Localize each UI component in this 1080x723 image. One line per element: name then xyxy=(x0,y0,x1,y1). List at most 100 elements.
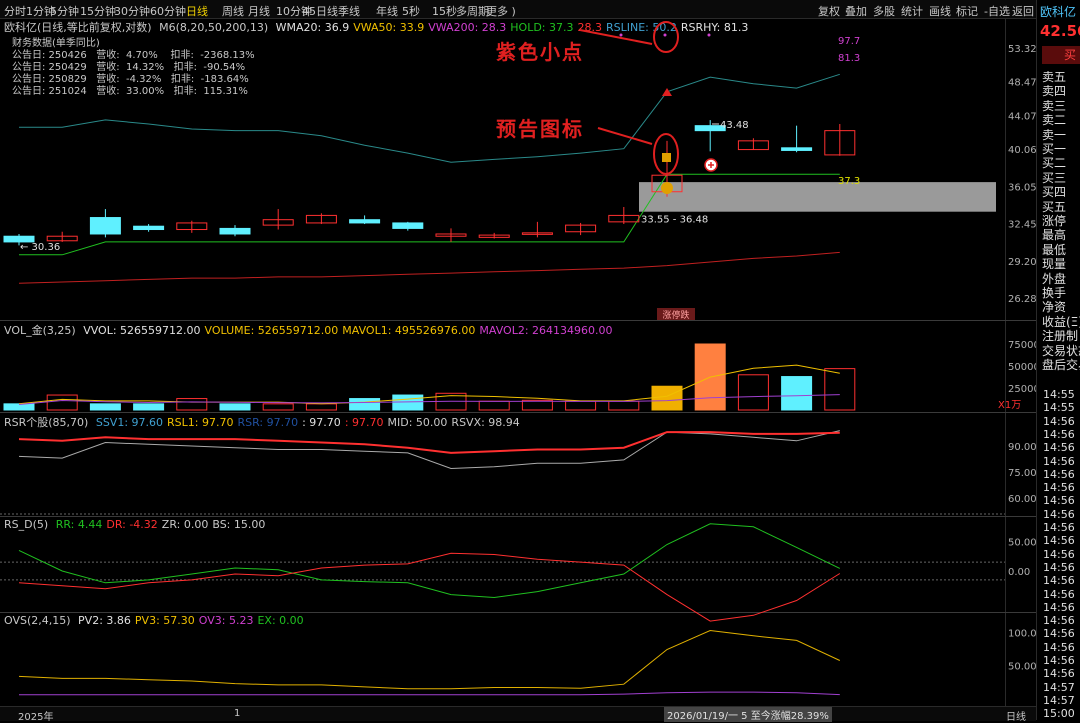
trade-time: 14:56 xyxy=(1043,560,1075,574)
volume-bar xyxy=(3,403,35,411)
volume-bar xyxy=(565,400,597,411)
trade-time: 14:56 xyxy=(1043,600,1075,614)
trade-time: 14:56 xyxy=(1043,414,1075,428)
candle-body xyxy=(781,147,813,151)
volume-bar xyxy=(219,403,251,411)
pv3-line xyxy=(18,629,841,690)
vol-y-tick: 50000 xyxy=(1008,362,1036,373)
y-tick-label: 32.45 xyxy=(1008,219,1036,230)
candle-body xyxy=(392,222,424,229)
purple-dot xyxy=(663,33,667,37)
rs-bottom-label: 81.3 xyxy=(838,53,860,64)
dr-line xyxy=(18,552,841,622)
forecast-icon xyxy=(662,153,671,162)
trade-time: 14:56 xyxy=(1043,574,1075,588)
volume-bar xyxy=(608,400,640,411)
volume-bar xyxy=(349,398,381,411)
volume-bar xyxy=(46,394,78,411)
bottom-period: 日线 xyxy=(1006,712,1026,723)
trade-time: 14:56 xyxy=(1043,467,1075,481)
rsr-red-line xyxy=(18,431,840,454)
arrow-line xyxy=(597,127,653,145)
trade-time: 14:56 xyxy=(1043,481,1075,495)
chart-canvas[interactable]: 53.32 48.47 44.07 40.06 36.05 32.45 29.20 26.28… xyxy=(0,0,1036,706)
vol-unit-label: X1万 xyxy=(998,400,1021,411)
arrow-line xyxy=(579,29,653,45)
trade-time: 14:56 xyxy=(1043,627,1075,641)
volume-bar xyxy=(89,403,121,411)
purple-dot xyxy=(707,33,711,37)
stock-price: 42.56 xyxy=(1040,22,1080,40)
rsline-line xyxy=(19,73,840,163)
trade-time: 15:00 xyxy=(1043,707,1075,721)
candle-body xyxy=(89,217,121,235)
volume-bar xyxy=(262,403,294,411)
hold-label: 37.3 xyxy=(838,176,860,187)
price-range-box xyxy=(639,182,996,212)
highlight-circle-dots xyxy=(653,21,679,53)
vol-y-tick: 75000 xyxy=(1008,340,1036,351)
annotation-purple-dots: 紫色小点 xyxy=(496,40,584,64)
rsd-y-tick: 50.00 xyxy=(1008,538,1036,549)
y-tick-label: 53.32 xyxy=(1008,44,1036,55)
panel-divider xyxy=(1036,0,1037,720)
y-tick-label: 40.06 xyxy=(1008,145,1036,156)
rsr-y-tick: 75.00 xyxy=(1008,468,1036,479)
volume-bar xyxy=(781,376,813,411)
vwa200-line xyxy=(18,251,840,284)
trade-time: 14:56 xyxy=(1043,441,1075,455)
ovs-y-tick: 100.0 xyxy=(1008,629,1036,640)
trade-time: 14:55 xyxy=(1043,388,1075,401)
box-range-label: 33.55 - 36.48 xyxy=(641,215,708,226)
rr-line xyxy=(18,523,841,599)
trade-time: 14:56 xyxy=(1043,667,1075,681)
y-tick-label: 26.28 xyxy=(1008,294,1036,305)
trade-time: 14:57 xyxy=(1043,693,1075,707)
y-tick-label: 29.20 xyxy=(1008,257,1036,268)
low-label: ← 30.36 xyxy=(20,242,60,253)
trade-time: 14:56 xyxy=(1043,494,1075,508)
forecast-marker xyxy=(661,182,673,194)
bottom-year: 2025年 xyxy=(18,712,54,723)
purple-dot xyxy=(619,33,623,37)
y-tick-label: 44.07 xyxy=(1008,111,1036,122)
trade-time: 14:56 xyxy=(1043,427,1075,441)
trade-time: 14:57 xyxy=(1043,680,1075,694)
y-tick-label: 36.05 xyxy=(1008,182,1036,193)
trade-time: 14:56 xyxy=(1043,587,1075,601)
trade-time: 14:56 xyxy=(1043,507,1075,521)
bottom-tick: 1 xyxy=(234,708,241,719)
buy-button[interactable]: 买 xyxy=(1042,46,1080,64)
zt-label: 涨停跌 xyxy=(662,309,689,321)
stock-name: 欧科亿 xyxy=(1040,5,1077,19)
rsr-y-tick: 90.00 xyxy=(1008,442,1036,453)
candle-body xyxy=(349,219,381,224)
volume-bar xyxy=(305,403,337,411)
y-tick-label: 48.47 xyxy=(1008,78,1036,89)
high-label: 43.48 xyxy=(720,120,749,131)
trade-time: 14:56 xyxy=(1043,640,1075,654)
candle-body xyxy=(219,227,251,235)
rs-top-label: 97.7 xyxy=(838,36,860,47)
rsr-y-tick: 60.00 xyxy=(1008,494,1036,505)
volume-bar xyxy=(737,374,769,411)
vol-y-tick: 25000 xyxy=(1008,384,1036,395)
candle-body xyxy=(133,225,165,231)
volume-bar xyxy=(824,368,856,411)
trade-time: 14:56 xyxy=(1043,614,1075,628)
annotation-forecast-icon: 预告图标 xyxy=(496,117,584,141)
volume-bar xyxy=(176,398,208,411)
trade-time: 14:56 xyxy=(1043,521,1075,534)
ov3-line xyxy=(19,691,840,696)
bottom-bar: 2025年 1 2026/01/19/一 5 至今涨幅28.39% 日线 xyxy=(0,706,1036,723)
red-up-triangle xyxy=(662,88,672,96)
orderbook-label: 盘后交易 xyxy=(1042,358,1080,372)
trade-time: 14:55 xyxy=(1043,401,1075,415)
ovs-y-tick: 50.00 xyxy=(1008,661,1036,672)
trade-time: 14:56 xyxy=(1043,547,1075,561)
volume-bar xyxy=(133,403,165,411)
trade-time: 14:56 xyxy=(1043,654,1075,667)
volume-bar xyxy=(478,400,510,411)
volume-bar xyxy=(651,385,683,411)
trade-time: 14:56 xyxy=(1043,534,1075,548)
